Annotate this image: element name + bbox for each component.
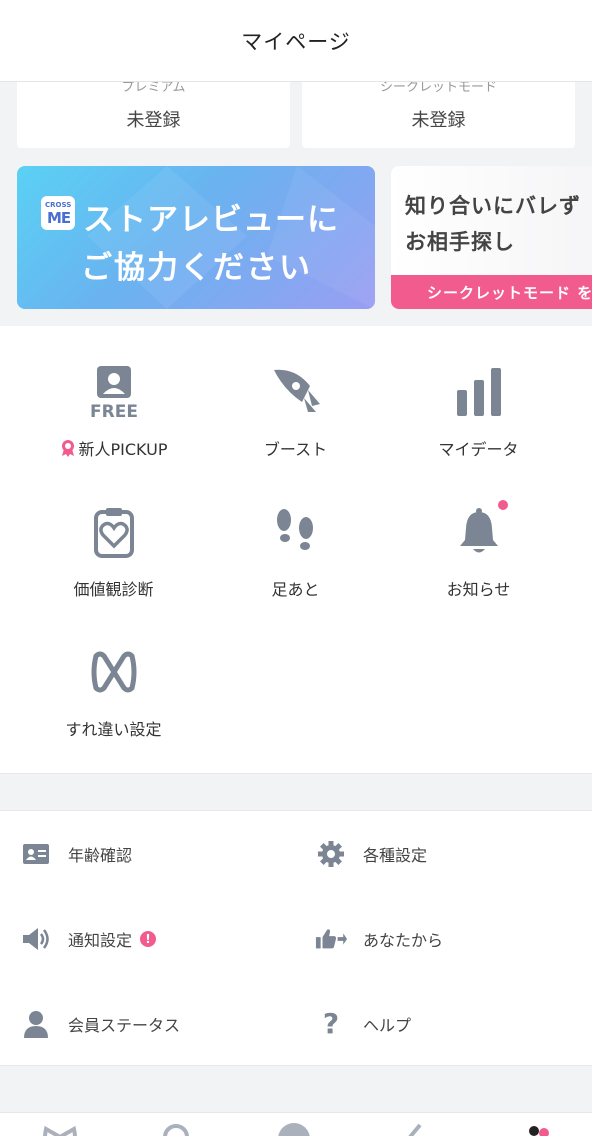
settings-help[interactable]: ? ヘルプ <box>315 999 592 1049</box>
svg-text:FREE: FREE <box>90 402 138 422</box>
feature-label-footprints: 足あと <box>271 580 320 599</box>
feature-label-my-data: マイデータ <box>438 440 519 459</box>
top-header: マイページ <box>0 0 592 82</box>
secret-mode-banner[interactable]: 知り合いにバレず お相手探し シークレットモード を <box>391 166 592 309</box>
feature-notifications[interactable]: お知らせ <box>380 466 577 606</box>
tab-home-icon[interactable] <box>42 1123 82 1136</box>
clipboard-heart-icon <box>84 502 144 562</box>
review-banner-line1: ストアレビューに <box>83 202 339 238</box>
review-banner-line2: ご協力ください <box>81 250 312 286</box>
feature-label-boost: ブースト <box>263 440 328 459</box>
notification-badge-dot <box>498 500 508 510</box>
feature-new-pickup[interactable]: FREE 新人PICKUP <box>15 326 212 466</box>
settings-membership-status[interactable]: 会員ステータス <box>20 999 300 1049</box>
footprints-icon <box>266 502 326 562</box>
page-title: マイページ <box>241 29 351 54</box>
feature-passing-settings[interactable]: すれ違い設定 <box>15 606 212 746</box>
settings-label-notification: 通知設定 <box>68 931 133 950</box>
help-question-icon: ? <box>322 1007 340 1040</box>
feature-footprints[interactable]: 足あと <box>197 466 394 606</box>
gear-icon <box>315 838 347 870</box>
settings-label-likes-from-you: あなたから <box>363 931 444 950</box>
logo-small-text: CROSS <box>45 201 72 209</box>
feature-values-diagnosis[interactable]: 価値観診断 <box>15 466 212 606</box>
notification-settings-alert-badge: ! <box>140 931 157 947</box>
rocket-icon <box>266 362 326 422</box>
feature-label-notifications: お知らせ <box>446 580 511 599</box>
secret-banner-line2: お相手探し <box>405 230 515 254</box>
bottom-tab-bar <box>0 1112 592 1136</box>
crossme-logo-icon <box>84 642 144 702</box>
logo-big-text: ME <box>47 209 71 227</box>
settings-label-various: 各種設定 <box>363 846 428 865</box>
settings-label-help: ヘルプ <box>363 1016 412 1035</box>
thumbs-up-arrow-icon <box>315 923 347 955</box>
speaker-icon <box>20 923 52 955</box>
settings-age-verification[interactable]: 年齢確認 <box>20 829 300 879</box>
feature-label-values-diagnosis: 価値観診断 <box>73 580 154 599</box>
my-page: マイページ プレミアム 未登録 シークレットモード 未登録 CROSS ME ス… <box>0 0 592 1136</box>
id-card-icon <box>20 838 52 870</box>
secret-banner-line1: 知り合いにバレず <box>405 194 581 218</box>
feature-grid: FREE 新人PICKUP ブースト マイデータ 価値観診断 足あと お知らせ … <box>0 326 592 774</box>
tab-messages-icon[interactable] <box>396 1123 436 1136</box>
settings-list: 年齢確認 各種設定 通知設定 ! あなたから 会員ステータス ? ヘルプ <box>0 810 592 1066</box>
feature-my-data[interactable]: マイデータ <box>380 326 577 466</box>
feature-label-new-pickup: 新人PICKUP <box>15 436 212 461</box>
feature-boost[interactable]: ブースト <box>197 326 394 466</box>
secret-banner-strip: シークレットモード を <box>391 275 592 309</box>
crossme-logo-icon: CROSS ME <box>41 196 75 230</box>
store-review-banner[interactable]: CROSS ME ストアレビューに ご協力ください <box>17 166 375 309</box>
tab-center-icon[interactable] <box>276 1123 316 1136</box>
secret-banner-strip-text: シークレットモード を <box>427 284 592 302</box>
award-ribbon-icon <box>60 439 76 461</box>
settings-various[interactable]: 各種設定 <box>315 829 592 879</box>
settings-likes-from-you[interactable]: あなたから <box>315 914 592 964</box>
bar-chart-icon <box>449 362 509 422</box>
settings-notification[interactable]: 通知設定 ! <box>20 914 300 964</box>
premium-plan-status: 未登録 <box>126 110 181 131</box>
feature-label-passing-settings: すれ違い設定 <box>65 720 162 739</box>
secret-mode-plan-status: 未登録 <box>411 110 466 131</box>
settings-label-age-verification: 年齢確認 <box>68 846 133 865</box>
bell-icon <box>449 502 509 562</box>
new-pickup-text: 新人PICKUP <box>78 440 168 459</box>
settings-label-membership-status: 会員ステータス <box>68 1016 181 1035</box>
tab-mypage-icon[interactable] <box>520 1123 560 1136</box>
user-icon <box>20 1008 52 1040</box>
tab-search-icon[interactable] <box>158 1123 198 1136</box>
free-profile-icon: FREE <box>84 362 144 422</box>
